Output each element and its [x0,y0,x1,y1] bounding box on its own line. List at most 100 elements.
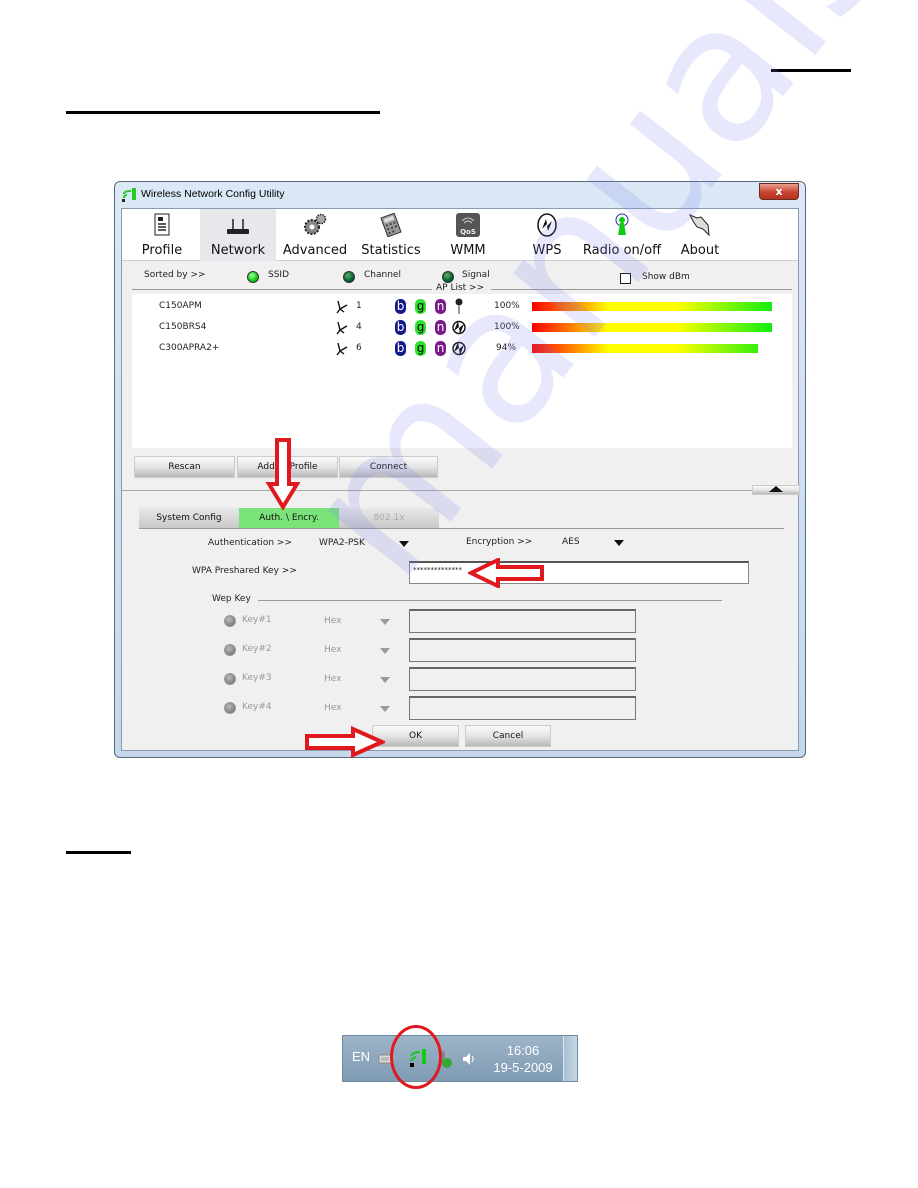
wep-key-input[interactable] [409,696,636,720]
toolbar-network[interactable]: Network [200,209,276,261]
connect-button[interactable]: Connect [339,456,438,478]
ap-list[interactable]: C150APM 1 b g n 100% C150BRS4 4 b g n 100% C300APRA2… [132,294,792,448]
mode-badge-n: n [435,320,446,335]
wep-key-format-value: Hex [324,616,342,626]
sort-channel-radio[interactable] [343,271,355,283]
collapse-up-icon [769,486,783,492]
heading-underline-right [771,69,851,72]
instruction-arrow-right-ok [305,726,385,758]
wep-key-radio[interactable] [224,615,236,627]
mode-badge-g: g [415,341,426,356]
ap-ssid: C150APM [159,301,202,311]
wep-key-label: Key#3 [242,673,272,683]
wep-key-format-dropdown-icon [380,648,390,654]
tray-clock[interactable]: 16:06 19-5-2009 [483,1042,563,1076]
ap-channel: 6 [356,343,362,353]
show-dbm-checkbox[interactable] [620,273,631,284]
tab-system-config[interactable]: System Config [139,508,239,528]
sort-ssid-radio[interactable] [247,271,259,283]
collapse-button[interactable] [752,485,800,495]
toolbar-about[interactable]: About [670,209,730,261]
show-desktop-button[interactable] [563,1036,577,1081]
clock-date: 19-5-2009 [493,1060,553,1075]
authentication-value: WPA2-PSK [319,538,365,548]
wep-key-radio[interactable] [224,702,236,714]
wep-key-input[interactable] [409,667,636,691]
wep-key-format-dropdown-icon [380,677,390,683]
rescan-button[interactable]: Rescan [134,456,235,478]
signal-strength-bar [532,302,772,311]
wep-key-format-select[interactable]: Hex [318,612,394,630]
ap-list-row[interactable]: C150APM 1 b g n 100% [132,297,792,317]
instruction-arrow-down [266,438,300,510]
tab-8021x[interactable]: 802.1x [339,508,439,528]
highlight-circle [390,1025,442,1089]
sort-ssid-label: SSID [268,270,290,280]
wps-icon [452,341,466,356]
psk-value: ************** [413,566,462,574]
wep-key-separator [258,600,722,601]
authentication-dropdown-icon [399,541,409,547]
toolbar-advanced[interactable]: Advanced [282,209,348,261]
wep-key-format-dropdown-icon [380,619,390,625]
sort-channel-label: Channel [364,270,401,280]
tab-auth-encry[interactable]: Auth. \ Encry. [239,508,339,528]
cancel-button[interactable]: Cancel [465,725,551,747]
psk-input[interactable]: ************** [409,561,749,584]
instruction-arrow-left-psk [468,558,544,588]
wep-key-label: Key#4 [242,702,272,712]
ap-list-row[interactable]: C150BRS4 4 b g n 100% [132,318,792,338]
psk-label: WPA Preshared Key >> [192,566,297,576]
wep-key-format-select[interactable]: Hex [318,670,394,688]
toolbar-profile[interactable]: Profile [130,209,194,261]
language-indicator[interactable]: EN [352,1049,370,1064]
encryption-select[interactable]: AES [552,534,632,550]
wep-key-format-value: Hex [324,674,342,684]
wps-icon [452,320,466,335]
toolbar-radio[interactable]: Radio on/off [580,209,664,261]
toolbar-wps-label: WPS [532,243,562,258]
wps-icon [537,213,557,237]
wep-key-input[interactable] [409,609,636,633]
close-button[interactable]: x [759,183,799,200]
wep-key-label: Key#2 [242,644,272,654]
wep-key-format-select[interactable]: Hex [318,641,394,659]
ap-channel: 4 [356,322,362,332]
qos-icon: QoS [456,213,480,237]
mode-badge-n: n [435,341,446,356]
clock-time: 16:06 [506,1043,540,1058]
note-underline [66,851,131,854]
ap-list-separator-left [132,289,432,290]
about-icon [688,214,710,237]
wep-key-format-select[interactable]: Hex [318,699,394,717]
toolbar-statistics[interactable]: Statistics [358,209,424,261]
toolbar-network-label: Network [210,243,266,258]
ap-signal-percent: 100% [494,322,520,332]
taskbar-tray: EN 16:06 19-5-2009 [342,1035,578,1082]
wep-key-input[interactable] [409,638,636,662]
toolbar-advanced-label: Advanced [282,243,348,258]
ap-ssid: C150BRS4 [159,322,207,332]
wep-key-radio[interactable] [224,644,236,656]
toolbar-wmm[interactable]: QoS WMM [440,209,496,261]
calculator-icon [380,213,402,237]
signal-strength-bar [532,344,758,353]
ap-list-label: AP List >> [436,283,485,293]
mode-badge-b: b [395,341,406,356]
toolbar-wps[interactable]: WPS [520,209,574,261]
title-bar[interactable]: Wireless Network Config Utility x [115,182,805,208]
toolbar-radio-label: Radio on/off [582,243,662,258]
sort-signal-radio[interactable] [442,271,454,283]
wep-key-label: Key#1 [242,615,272,625]
mode-badge-b: b [395,299,406,314]
main-toolbar: Profile Network Advanced Statistics QoS … [122,209,798,261]
wep-key-radio[interactable] [224,673,236,685]
ok-button[interactable]: OK [372,725,459,747]
toolbar-statistics-label: Statistics [361,243,421,258]
authentication-select[interactable]: WPA2-PSK [312,535,412,551]
ap-list-row[interactable]: C300APRA2+ 6 b g n 94% [132,339,792,359]
panel-separator [122,490,800,491]
volume-icon[interactable] [461,1051,477,1067]
router-icon [227,219,249,234]
encryption-dropdown-icon [614,540,624,546]
